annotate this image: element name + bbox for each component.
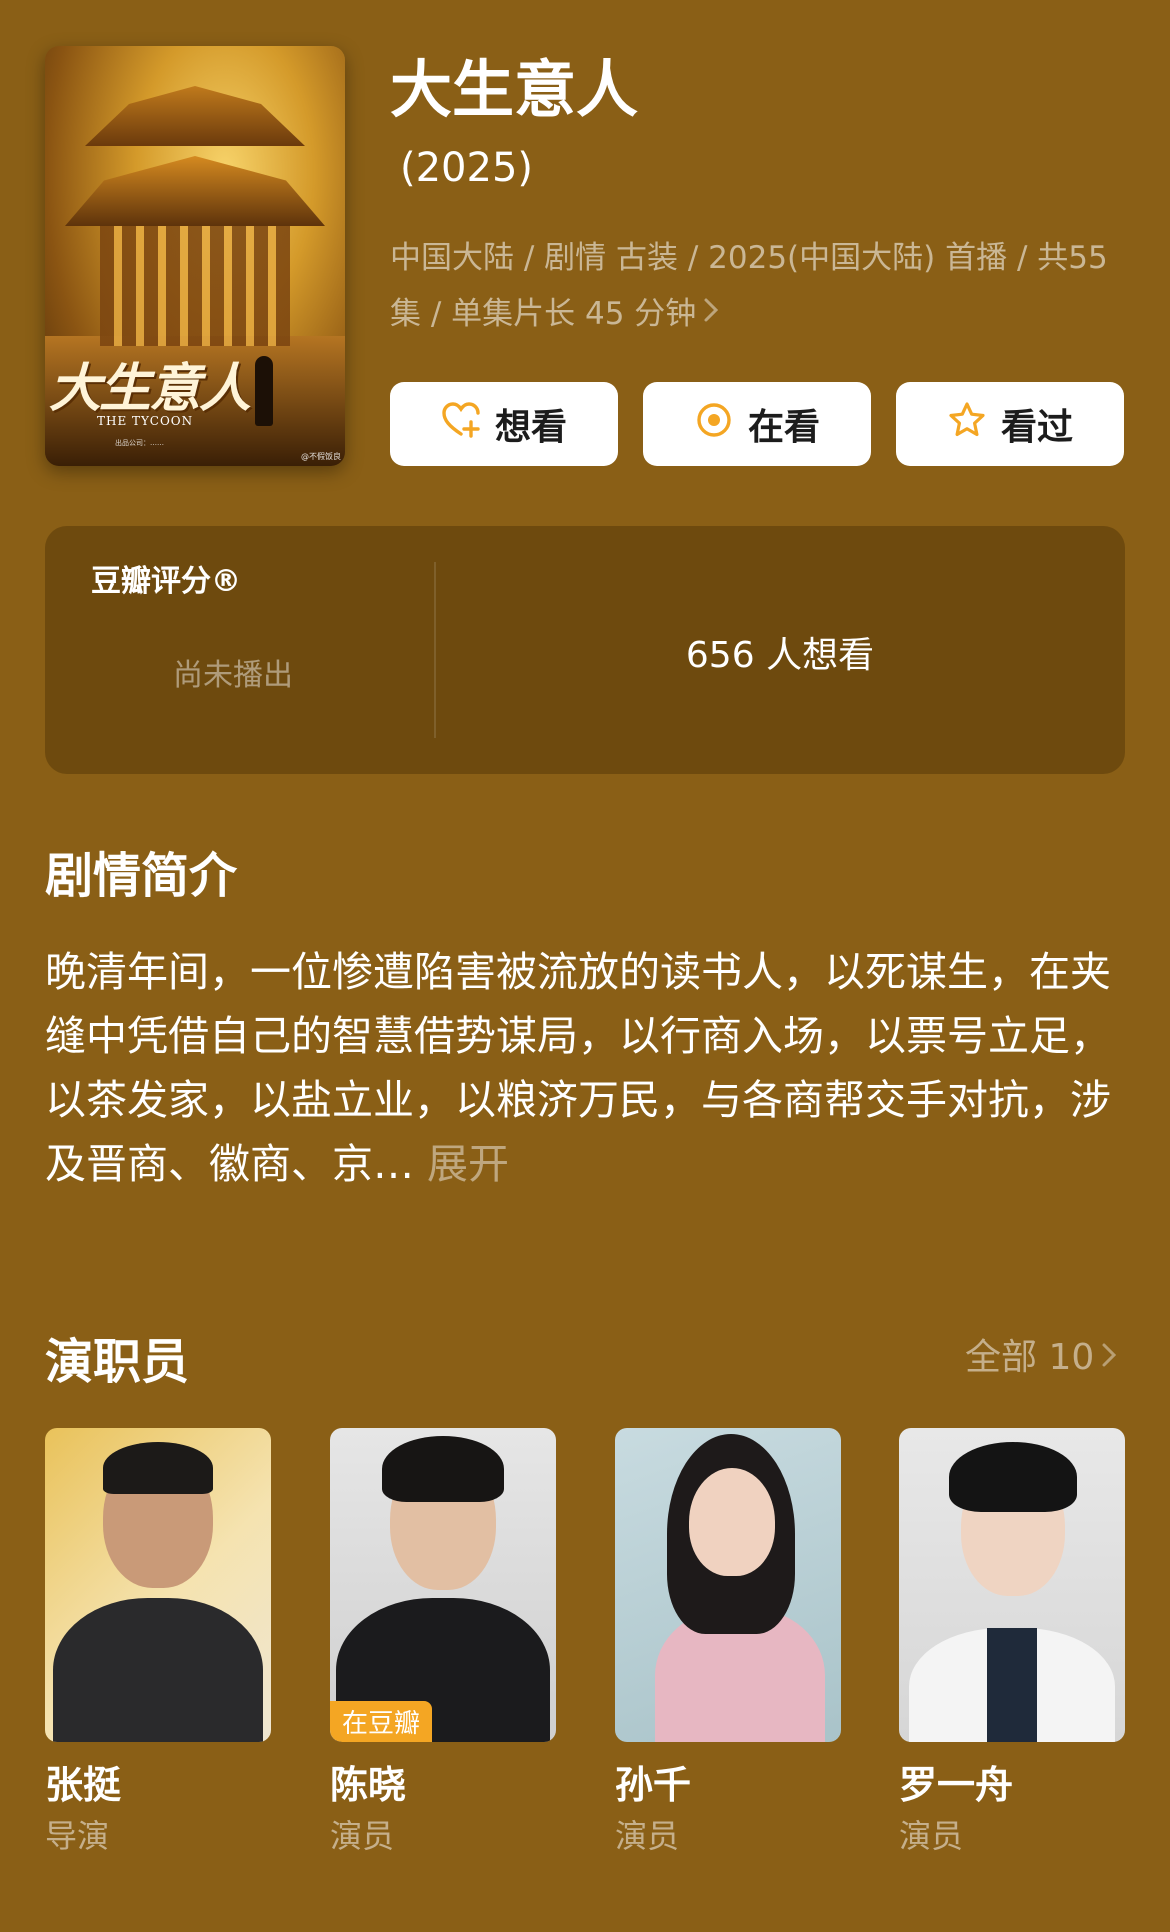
synopsis-heading: 剧情简介 [45, 848, 238, 904]
show-meta-text: 中国大陆 / 剧情 古装 / 2025(中国大陆) 首播 / 共55集 / 单集… [390, 240, 1108, 332]
poster-title-calligraphy: 大生意人 [49, 358, 251, 419]
star-icon [947, 400, 987, 449]
cast-role: 演员 [899, 1817, 964, 1855]
poster-roof [85, 86, 305, 146]
synopsis-text[interactable]: 晚清年间，一位惨遭陷害被流放的读书人，以死谋生，在夹缝中凭借自己的智慧借势谋局，… [45, 940, 1125, 1196]
cast-card[interactable]: 张挺 导演 [45, 1428, 271, 1858]
cast-name: 张挺 [45, 1763, 122, 1807]
photo-hair [949, 1442, 1077, 1512]
chevron-right-icon [1100, 1337, 1118, 1378]
synopsis-expand-link[interactable]: 展开 [427, 1140, 509, 1188]
watching-label: 在看 [747, 407, 820, 448]
cast-all-link[interactable]: 全部 10 [965, 1328, 1118, 1380]
poster-credit: 出品公司：…… [115, 439, 164, 447]
cast-role: 演员 [615, 1817, 680, 1855]
cast-heading: 演职员 [45, 1334, 190, 1390]
target-icon [694, 400, 734, 449]
watched-button[interactable]: 看过 [896, 382, 1124, 466]
cast-role: 演员 [330, 1817, 395, 1855]
show-title: 大生意人 [390, 53, 639, 126]
cast-name: 陈晓 [330, 1763, 407, 1807]
rating-status: 尚未播出 [173, 658, 293, 693]
cast-photo: 在豆瓣 [330, 1428, 556, 1742]
want-count: 656 人想看 [685, 635, 875, 676]
rating-label: 豆瓣评分® [91, 564, 241, 599]
poster-image[interactable]: 大生意人 THE TYCOON 出品公司：…… @不假饭良 [45, 46, 345, 466]
synopsis-body: 晚清年间，一位惨遭陷害被流放的读书人，以死谋生，在夹缝中凭借自己的智慧借势谋局，… [45, 948, 1111, 1188]
poster-figure [255, 356, 273, 426]
photo-hair [382, 1436, 504, 1502]
show-meta[interactable]: 中国大陆 / 剧情 古装 / 2025(中国大陆) 首播 / 共55集 / 单集… [390, 230, 1130, 342]
cast-name: 罗一舟 [899, 1763, 1014, 1807]
photo-shirt [987, 1628, 1037, 1742]
show-year: (2025) [400, 145, 534, 191]
watching-button[interactable]: 在看 [643, 382, 871, 466]
cast-photo [45, 1428, 271, 1742]
cast-card[interactable]: 孙千 演员 [615, 1428, 841, 1858]
watched-label: 看过 [1000, 407, 1073, 448]
cast-photo [899, 1428, 1125, 1742]
photo-body [53, 1598, 263, 1742]
poster-watermark: @不假饭良 [301, 452, 341, 461]
cast-role: 导演 [45, 1817, 110, 1855]
poster-english-title: THE TYCOON [97, 414, 194, 428]
chevron-right-icon [702, 286, 720, 342]
on-douban-badge: 在豆瓣 [330, 1701, 433, 1742]
cast-card[interactable]: 在豆瓣 陈晓 演员 [330, 1428, 556, 1858]
want-to-watch-button[interactable]: 想看 [390, 382, 618, 466]
cast-card[interactable]: 罗一舟 演员 [899, 1428, 1125, 1858]
cast-name: 孙千 [615, 1763, 692, 1807]
poster-roof-lower [65, 156, 325, 226]
cast-all-label: 全部 10 [965, 1337, 1095, 1378]
cast-photo [615, 1428, 841, 1742]
heart-plus-icon [441, 400, 481, 449]
want-to-watch-label: 想看 [494, 407, 567, 448]
poster-hall [100, 226, 290, 346]
photo-hair [103, 1442, 213, 1494]
photo-face [689, 1468, 775, 1576]
rating-card[interactable]: 豆瓣评分® 尚未播出 656 人想看 [45, 526, 1125, 774]
